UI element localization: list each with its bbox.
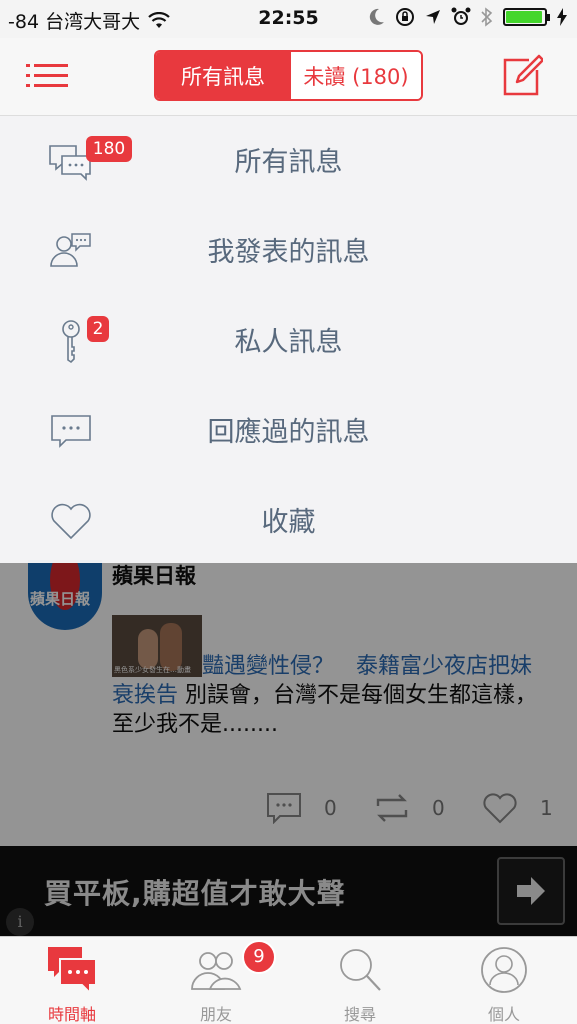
friends-icon <box>191 952 242 990</box>
dropdown-item-private-messages[interactable]: 2 私人訊息 <box>0 296 577 386</box>
tab-search[interactable]: 搜尋 <box>288 937 432 1024</box>
tab-profile[interactable]: 個人 <box>432 937 576 1024</box>
profile-icon <box>481 947 527 993</box>
status-bar: -84 台湾大哥大 22:55 <box>0 0 577 38</box>
message-filter-segmented-control: 所有訊息 未讀 (180) <box>154 50 423 101</box>
moon-icon <box>369 8 384 25</box>
rotation-lock-icon <box>396 8 414 26</box>
bluetooth-icon <box>481 7 493 27</box>
battery-icon <box>503 8 550 26</box>
tab-friends[interactable]: 9 朋友 <box>144 937 288 1024</box>
friends-badge: 9 <box>242 940 276 974</box>
message-filter-dropdown: 180 所有訊息 我發表的訊息 2 私人訊息 回應過的訊息 收藏 <box>0 116 577 563</box>
charging-icon <box>557 8 567 26</box>
dropdown-item-all-messages[interactable]: 180 所有訊息 <box>0 116 577 206</box>
search-icon <box>340 949 381 991</box>
timeline-icon <box>48 947 97 995</box>
tab-bar: 時間軸 9 朋友 搜尋 個人 <box>0 936 577 1024</box>
tab-timeline[interactable]: 時間軸 <box>0 937 144 1024</box>
segment-unread[interactable]: 未讀 (180) <box>290 52 421 99</box>
menu-icon[interactable] <box>26 60 68 90</box>
compose-icon[interactable] <box>501 54 543 96</box>
location-arrow-icon <box>426 10 440 24</box>
segment-all-messages[interactable]: 所有訊息 <box>156 52 290 99</box>
dropdown-item-favorites[interactable]: 收藏 <box>0 476 577 566</box>
nav-bar: 所有訊息 未讀 (180) <box>0 38 577 116</box>
dropdown-item-replied-messages[interactable]: 回應過的訊息 <box>0 386 577 476</box>
alarm-icon <box>451 7 471 25</box>
dropdown-item-my-posts[interactable]: 我發表的訊息 <box>0 206 577 296</box>
